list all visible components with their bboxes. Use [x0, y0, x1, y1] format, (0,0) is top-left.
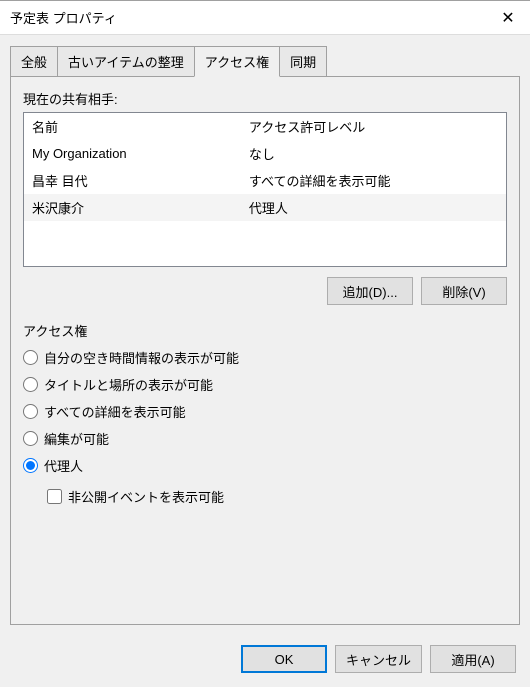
table-row[interactable]: My Organization なし	[24, 140, 506, 167]
radio-input[interactable]	[23, 377, 38, 392]
perm-option-delegate[interactable]: 代理人	[23, 456, 507, 475]
sharing-buttons: 追加(D)... 削除(V)	[23, 277, 507, 305]
titlebar: 予定表 プロパティ ✕	[0, 1, 530, 35]
table-row[interactable]: 米沢康介 代理人	[24, 194, 506, 221]
radio-input[interactable]	[23, 458, 38, 473]
table-row[interactable]: 昌幸 目代 すべての詳細を表示可能	[24, 167, 506, 194]
perm-option-freebusy[interactable]: 自分の空き時間情報の表示が可能	[23, 348, 507, 367]
sharing-list[interactable]: 名前 アクセス許可レベル My Organization なし 昌幸 目代 すべ…	[23, 112, 507, 267]
tab-permissions[interactable]: アクセス権	[194, 46, 280, 77]
perm-option-title-location[interactable]: タイトルと場所の表示が可能	[23, 375, 507, 394]
sharing-label: 現在の共有相手:	[23, 89, 507, 108]
radio-input[interactable]	[23, 350, 38, 365]
perm-private-checkbox-row[interactable]: 非公開イベントを表示可能	[47, 487, 507, 506]
dialog-window: 予定表 プロパティ ✕ 全般 古いアイテムの整理 アクセス権 同期 現在の共有相…	[0, 0, 530, 687]
cancel-button[interactable]: キャンセル	[335, 645, 422, 673]
perm-option-all-details[interactable]: すべての詳細を表示可能	[23, 402, 507, 421]
col-level: アクセス許可レベル	[241, 113, 506, 140]
tab-sync[interactable]: 同期	[279, 46, 327, 77]
perm-radios: 自分の空き時間情報の表示が可能 タイトルと場所の表示が可能 すべての詳細を表示可…	[23, 348, 507, 506]
close-icon[interactable]: ✕	[486, 1, 530, 35]
ok-button[interactable]: OK	[241, 645, 327, 673]
tab-archive[interactable]: 古いアイテムの整理	[57, 46, 195, 77]
tab-content: 現在の共有相手: 名前 アクセス許可レベル My Organization なし…	[10, 76, 520, 625]
dialog-buttons: OK キャンセル 適用(A)	[0, 635, 530, 687]
perm-label: アクセス権	[23, 321, 507, 340]
private-checkbox[interactable]	[47, 489, 62, 504]
window-title: 予定表 プロパティ	[10, 8, 117, 27]
radio-input[interactable]	[23, 404, 38, 419]
col-name: 名前	[24, 113, 241, 140]
add-button[interactable]: 追加(D)...	[327, 277, 413, 305]
radio-input[interactable]	[23, 431, 38, 446]
perm-option-edit[interactable]: 編集が可能	[23, 429, 507, 448]
tabstrip: 全般 古いアイテムの整理 アクセス権 同期	[10, 46, 520, 77]
tab-general[interactable]: 全般	[10, 46, 58, 77]
table-header: 名前 アクセス許可レベル	[24, 113, 506, 140]
remove-button[interactable]: 削除(V)	[421, 277, 507, 305]
apply-button[interactable]: 適用(A)	[430, 645, 516, 673]
